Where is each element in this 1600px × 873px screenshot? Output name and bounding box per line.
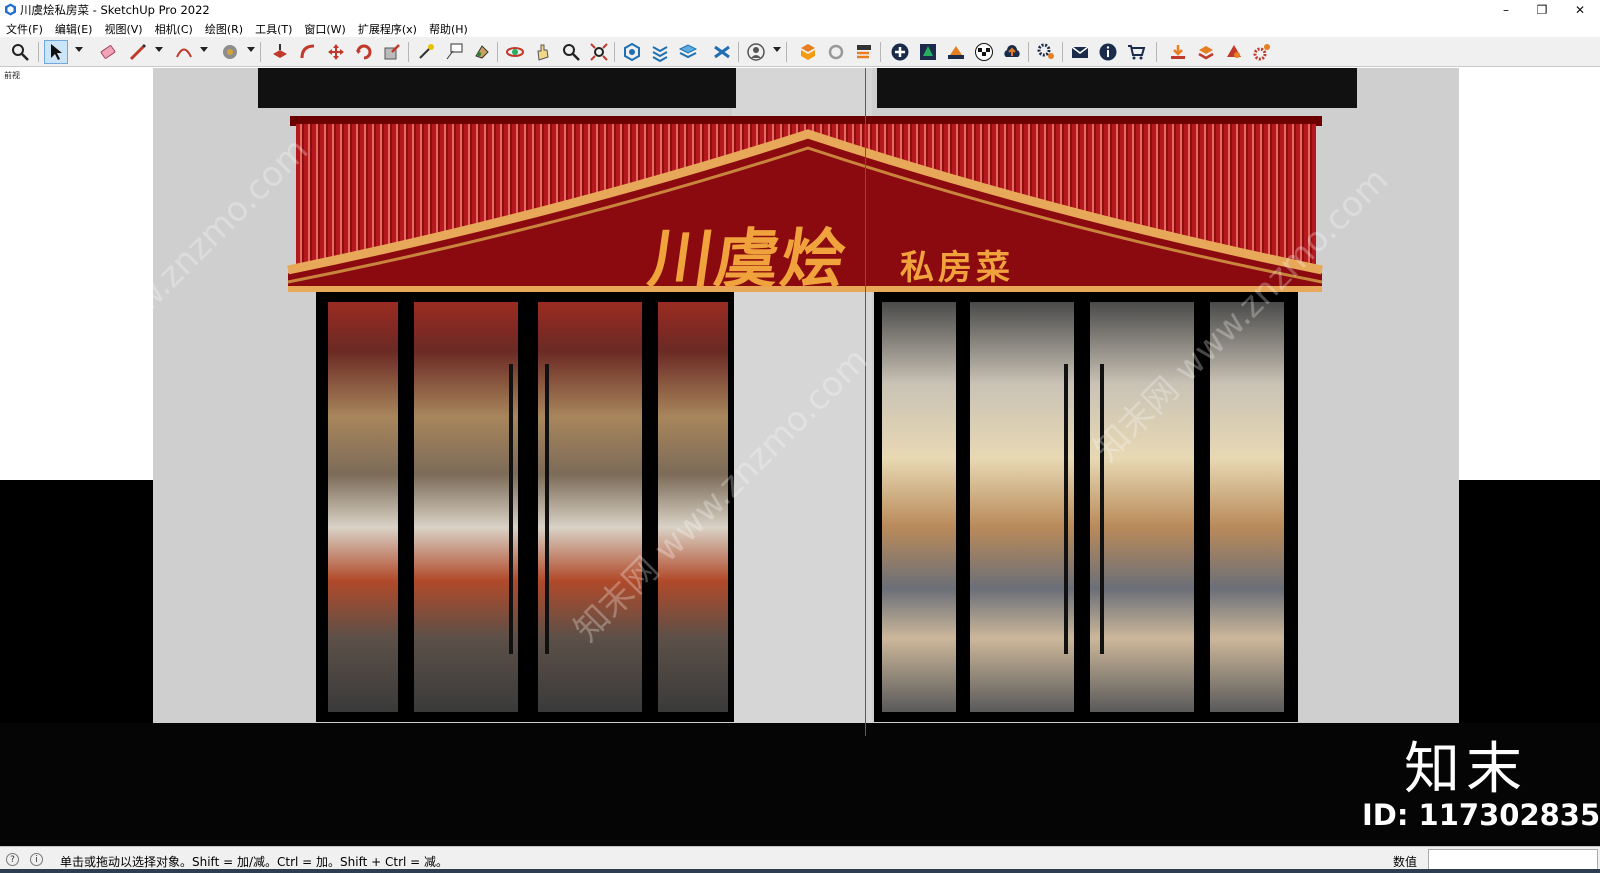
close-button[interactable]: ✕ [1562,0,1598,20]
restore-button[interactable]: ❐ [1524,0,1560,20]
shapes-dropdown-icon[interactable] [247,47,255,52]
blue-axis-line [865,68,866,736]
minimize-button[interactable]: – [1488,0,1524,20]
orbit-icon[interactable] [503,40,527,64]
menu-tools[interactable]: 工具(T) [249,20,298,37]
mail-icon[interactable] [1068,40,1092,64]
menu-window[interactable]: 窗口(W) [298,20,351,37]
zoom-extents-icon[interactable] [587,40,611,64]
glass-pane [414,302,518,712]
pan-icon[interactable] [531,40,555,64]
measurements-label: 数值 [1393,855,1418,869]
glass-pane [328,302,398,712]
arc-icon[interactable] [172,40,196,64]
geo-location-icon[interactable]: ? [6,853,19,866]
floor-plane [0,723,1600,846]
door-handle[interactable] [1100,364,1104,654]
cloud-upload-icon[interactable] [1000,40,1024,64]
paint-icon[interactable] [470,40,494,64]
styles-icon[interactable] [710,40,734,64]
rotate-icon[interactable] [352,40,376,64]
glass-pane [882,302,956,712]
follow-me-icon[interactable] [296,40,320,64]
export-icon[interactable] [852,40,876,64]
layout-icon[interactable] [944,40,968,64]
component-icon[interactable] [620,40,644,64]
menu-camera[interactable]: 相机(C) [149,20,199,37]
section-icon[interactable] [648,40,672,64]
checker-icon[interactable] [972,40,996,64]
taskbar-edge [0,869,1600,873]
menu-extensions[interactable]: 扩展程序(x) [352,20,423,37]
door-handle[interactable] [509,364,513,654]
cart-icon[interactable] [1124,40,1148,64]
door-handle[interactable] [1064,364,1068,654]
door-handle[interactable] [545,364,549,654]
credits-icon[interactable]: i [30,853,43,866]
paint-bucket-icon[interactable] [218,40,242,64]
right-storefront [874,292,1298,722]
menu-draw[interactable]: 绘图(R) [199,20,249,37]
scene-tab-label[interactable]: 前视 [4,70,20,81]
info-icon[interactable] [1096,40,1120,64]
drawing-viewport[interactable]: 前视 川虞烩 私房菜 知末网 www.znzmo.com 知末网 www.znz… [0,68,1600,846]
add-icon[interactable] [888,40,912,64]
stack-icon[interactable] [1194,40,1218,64]
select-dropdown-icon[interactable] [75,47,83,52]
scale-icon[interactable] [380,40,404,64]
plugin-icon[interactable] [1222,40,1246,64]
brand-logo: 知末 [1404,737,1528,802]
layers-icon[interactable] [676,40,700,64]
glass-pane [970,302,1074,712]
pencil-icon[interactable] [126,40,150,64]
sign-main-text: 川虞烩 [643,222,853,297]
window-title: 川虞烩私房菜 - SketchUp Pro 2022 [20,3,210,17]
measurements-input[interactable] [1428,849,1598,870]
menu-edit[interactable]: 编辑(E) [49,20,99,37]
title-bar: 川虞烩私房菜 - SketchUp Pro 2022 – ❐ ✕ [0,0,1600,20]
settings-icon[interactable] [1034,40,1058,64]
extension-warehouse-icon[interactable] [796,40,820,64]
gear-plugin-icon[interactable] [1250,40,1274,64]
menu-help[interactable]: 帮助(H) [423,20,474,37]
menu-bar: 文件(F) 编辑(E) 视图(V) 相机(C) 绘图(R) 工具(T) 窗口(W… [0,20,1600,37]
arc-dropdown-icon[interactable] [200,47,208,52]
main-toolbar [0,37,1600,67]
menu-file[interactable]: 文件(F) [0,20,49,37]
account-icon[interactable] [744,40,768,64]
status-message: 单击或拖动以选择对象。Shift = 加/减。Ctrl = 加。Shift + … [60,855,449,869]
glass-pane [538,302,642,712]
eraser-icon[interactable] [96,40,120,64]
sketchup-app-icon [5,3,16,16]
import-icon[interactable] [1166,40,1190,64]
tape-measure-icon[interactable] [414,40,438,64]
account-dropdown-icon[interactable] [773,47,781,52]
text-icon[interactable] [442,40,466,64]
menu-view[interactable]: 视图(V) [98,20,148,37]
zoom-window-icon[interactable] [559,40,583,64]
asset-id: ID: 1173028352 [1362,798,1600,832]
pencil-dropdown-icon[interactable] [155,47,163,52]
sync-icon[interactable] [824,40,848,64]
push-pull-icon[interactable] [268,40,292,64]
3d-warehouse-icon[interactable] [916,40,940,64]
select-icon[interactable] [44,40,68,64]
zoom-icon[interactable] [8,40,32,64]
sign-sub-text: 私房菜 [900,248,1014,288]
move-icon[interactable] [324,40,348,64]
